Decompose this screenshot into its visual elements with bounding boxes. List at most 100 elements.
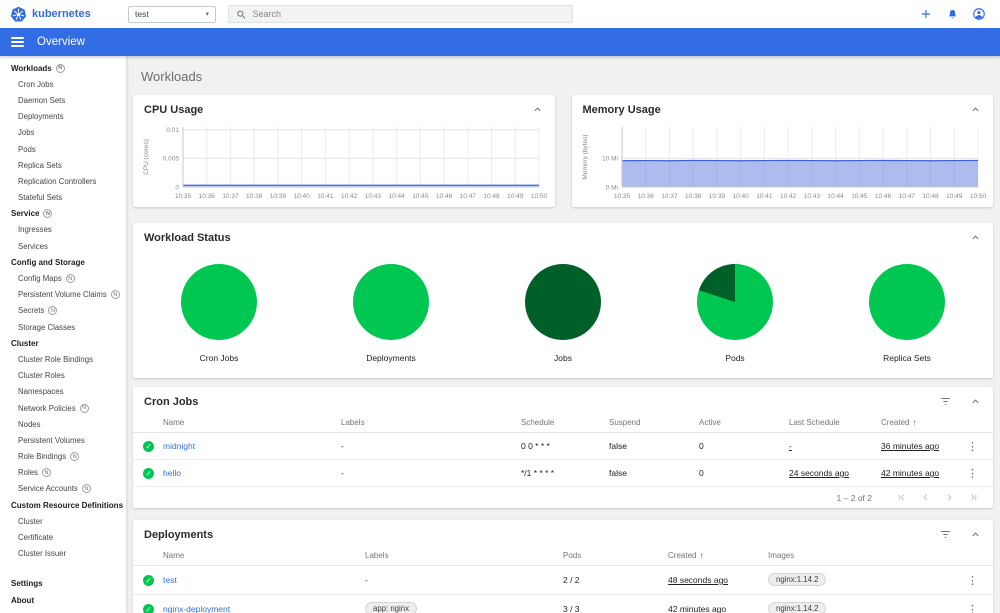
sidebar-item[interactable]: Namespaces [0, 384, 126, 400]
cell-last-schedule: 24 seconds ago [789, 459, 881, 487]
svg-text:10:47: 10:47 [898, 193, 915, 200]
deployment-name-link[interactable]: test [163, 575, 177, 585]
row-menu-icon[interactable]: ⋮ [963, 575, 982, 587]
column-header-created[interactable]: Created ↑ [668, 546, 768, 566]
sidebar-item[interactable]: Config and Storage [0, 254, 126, 270]
sidebar-item-label: Workloads [11, 63, 52, 73]
sidebar-item[interactable]: Persistent Volumes [0, 432, 126, 448]
filter-icon[interactable] [939, 528, 952, 541]
row-menu-icon[interactable]: ⋮ [963, 441, 982, 453]
chevron-up-icon[interactable] [969, 395, 982, 408]
sidebar-item[interactable]: Replica Sets [0, 157, 126, 173]
column-header-last-schedule[interactable]: Last Schedule [789, 413, 881, 433]
sidebar-item[interactable]: Cluster Roles [0, 368, 126, 384]
kubernetes-home-link[interactable]: kubernetes [10, 6, 120, 23]
table-row[interactable]: ✓ test - 2 / 2 48 seconds ago nginx:1.14… [133, 565, 993, 595]
sidebar-item[interactable]: Replication Controllers [0, 173, 126, 189]
sidebar-item[interactable]: Ingresses [0, 222, 126, 238]
column-header-active[interactable]: Active [699, 413, 789, 433]
create-button[interactable] [919, 7, 933, 21]
sidebar-item[interactable]: Cluster [0, 335, 126, 351]
cell-pods: 2 / 2 [563, 565, 668, 595]
chevron-left-icon[interactable] [920, 492, 931, 503]
sidebar-item[interactable]: Workloads N [0, 60, 126, 76]
status-pie[interactable] [869, 264, 945, 340]
account-button[interactable] [972, 7, 986, 21]
table-row[interactable]: ✓ hello - */1 * * * * false 0 24 seconds… [133, 459, 993, 487]
status-pie[interactable] [353, 264, 429, 340]
column-header-pods[interactable]: Pods [563, 546, 668, 566]
sidebar-item[interactable]: Pods [0, 141, 126, 157]
cell-status: ✓ [133, 594, 163, 613]
svg-text:10:36: 10:36 [637, 193, 654, 200]
sidebar-item[interactable]: Services [0, 238, 126, 254]
sidebar-item[interactable]: Cron Jobs [0, 76, 126, 92]
sidebar-item[interactable]: Custom Resource Definitions [0, 497, 126, 513]
sidebar-item[interactable]: Cluster Issuer [0, 546, 126, 562]
first-page-icon[interactable] [896, 492, 907, 503]
table-header-row: Name Labels Pods Created ↑ Images [133, 546, 993, 566]
sidebar-item[interactable]: Persistent Volume Claims N [0, 287, 126, 303]
sidebar-item[interactable]: Service N [0, 206, 126, 222]
sidebar-item[interactable]: Daemon Sets [0, 92, 126, 108]
namespace-selector[interactable]: test ▾ [128, 5, 216, 23]
sidebar-item[interactable]: Cluster Role Bindings [0, 351, 126, 367]
table-row[interactable]: ✓ nginx-deployment app: nginx 3 / 3 42 m… [133, 594, 993, 613]
search-bar[interactable] [228, 5, 573, 23]
sidebar-item[interactable]: Stateful Sets [0, 190, 126, 206]
column-header-name[interactable]: Name [163, 546, 365, 566]
search-input[interactable] [252, 9, 565, 19]
column-header-schedule[interactable]: Schedule [521, 413, 609, 433]
column-header-labels[interactable]: Labels [365, 546, 563, 566]
sidebar-item[interactable]: Certificate [0, 529, 126, 545]
sidebar-item[interactable]: Network Policies N [0, 400, 126, 416]
sidebar-item-label: Config Maps [18, 274, 62, 284]
status-pie[interactable] [697, 264, 773, 340]
sidebar-item[interactable]: Storage Classes [0, 319, 126, 335]
column-header-name[interactable]: Name [163, 413, 341, 433]
column-header-labels[interactable]: Labels [341, 413, 521, 433]
status-pie[interactable] [181, 264, 257, 340]
column-header-images[interactable]: Images [768, 546, 963, 566]
sidebar-item[interactable]: Settings [0, 576, 126, 592]
sidebar-item-label: Cron Jobs [18, 79, 54, 89]
chevron-up-icon[interactable] [531, 103, 544, 116]
chevron-up-icon[interactable] [969, 528, 982, 541]
column-header-created[interactable]: Created ↑ [881, 413, 963, 433]
sidebar-item[interactable]: Jobs [0, 125, 126, 141]
sidebar-item-label: Settings [11, 579, 43, 589]
sidebar-item[interactable]: Deployments [0, 109, 126, 125]
sidebar-item[interactable]: Role Bindings N [0, 449, 126, 465]
deployment-name-link[interactable]: nginx-deployment [163, 604, 230, 613]
sidebar-item-label: Persistent Volumes [18, 435, 85, 445]
filter-icon[interactable] [939, 395, 952, 408]
svg-text:10:39: 10:39 [270, 193, 287, 200]
memory-usage-card: Memory Usage 10:35 10:36 10:37 10:38 10:39 10… [571, 95, 993, 207]
svg-text:10:38: 10:38 [685, 193, 702, 200]
sidebar-item-label: Pods [18, 144, 36, 154]
sidebar-item[interactable]: Config Maps N [0, 270, 126, 286]
sidebar-item[interactable]: Cluster [0, 513, 126, 529]
svg-text:CPU (cores): CPU (cores) [143, 139, 150, 175]
cronjob-name-link[interactable]: midnight [163, 441, 195, 451]
namespaced-badge: N [41, 468, 51, 478]
row-menu-icon[interactable]: ⋮ [963, 468, 982, 480]
sidebar-item[interactable]: About [0, 592, 126, 608]
sidebar-item-label: Cluster Roles [18, 371, 65, 381]
column-header-suspend[interactable]: Suspend [609, 413, 699, 433]
chevron-up-icon[interactable] [969, 231, 982, 244]
sidebar-item[interactable]: Roles N [0, 465, 126, 481]
sidebar-item[interactable]: Service Accounts N [0, 481, 126, 497]
chevron-up-icon[interactable] [969, 103, 982, 116]
chevron-right-icon[interactable] [944, 492, 955, 503]
notifications-button[interactable] [946, 8, 959, 21]
status-pie[interactable] [525, 264, 601, 340]
cpu-usage-card: CPU Usage 10:35 10:36 10:37 10:38 10:39 10:40… [133, 95, 555, 207]
last-page-icon[interactable] [968, 492, 979, 503]
sidebar-item[interactable]: Secrets N [0, 303, 126, 319]
sidebar-item[interactable]: Nodes [0, 416, 126, 432]
row-menu-icon[interactable]: ⋮ [963, 604, 982, 613]
cronjob-name-link[interactable]: hello [163, 468, 181, 478]
table-row[interactable]: ✓ midnight - 0 0 * * * false 0 - 36 minu… [133, 432, 993, 460]
menu-icon[interactable] [11, 36, 24, 48]
